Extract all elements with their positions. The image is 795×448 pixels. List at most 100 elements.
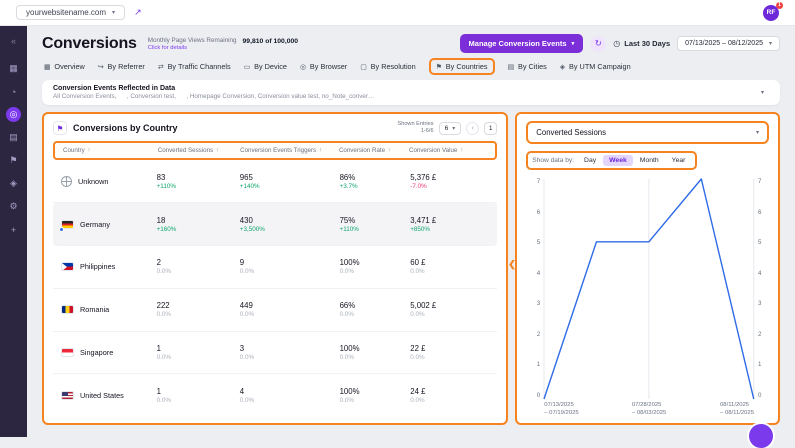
tab-by-referrer[interactable]: ↪By Referrer: [98, 62, 145, 71]
column-header-label: Conversion Rate: [339, 147, 385, 154]
date-preset: ◷ Last 30 Days: [613, 39, 670, 48]
resize-handle-icon[interactable]: ❮: [508, 259, 516, 270]
table-cell: 18+160%: [157, 216, 240, 233]
page-size-value: 6: [445, 125, 449, 132]
visitors-icon[interactable]: ◔: [6, 84, 21, 99]
prev-page-icon: ‹: [472, 125, 474, 132]
table-cell: 100%0.0%: [340, 344, 411, 361]
tab-icon: ▤: [508, 63, 514, 71]
cell-delta: +110%: [157, 183, 240, 190]
tab-by-browser[interactable]: ◎By Browser: [300, 62, 347, 71]
cell-delta: 0.0%: [157, 354, 240, 361]
cell-delta: 0.0%: [157, 311, 240, 318]
chevron-down-icon[interactable]: ▾: [756, 86, 769, 99]
table-cell: 5,002 £0.0%: [410, 301, 489, 318]
x-tick-label: 07/13/2025– 07/19/2025: [544, 402, 578, 417]
y-tick-label: 1: [758, 362, 769, 368]
goals-icon[interactable]: ◈: [6, 176, 21, 191]
metric-select[interactable]: Converted Sessions ▾: [526, 121, 769, 144]
sort-icon: ↕: [88, 147, 91, 153]
table-row[interactable]: Germany18+160%430+3,500%75%+110%3,471 £+…: [53, 203, 497, 246]
clock-icon: ◷: [613, 39, 620, 48]
cell-delta: +3.7%: [340, 183, 411, 190]
cell-value: 60 £: [410, 258, 489, 267]
chevron-down-icon: ▾: [452, 125, 455, 132]
main-content: Conversions Monthly Page Views Remaining…: [27, 26, 795, 437]
prev-page-button[interactable]: ‹: [466, 122, 479, 135]
y-tick-label: 6: [758, 210, 769, 216]
table-row[interactable]: Romania2220.0%4490.0%66%0.0%5,002 £0.0%: [53, 289, 497, 332]
cell-value: 18: [157, 216, 240, 225]
cell-value: 100%: [340, 344, 411, 353]
cell-value: 5,002 £: [410, 301, 489, 310]
campaigns-icon[interactable]: ⚑: [6, 153, 21, 168]
conversion-events-bar[interactable]: Conversion Events Reflected in Data All …: [42, 80, 780, 105]
dashboard-icon[interactable]: ▦: [6, 61, 21, 76]
cell-delta: +110%: [340, 226, 411, 233]
external-link-icon: ↗: [134, 7, 142, 17]
views-details-link[interactable]: Click for details: [148, 45, 237, 51]
period-month[interactable]: Month: [634, 155, 665, 166]
table-title: Conversions by Country: [73, 123, 178, 133]
tab-by-resolution[interactable]: ▢By Resolution: [360, 62, 415, 71]
chat-widget-button[interactable]: [749, 424, 773, 448]
tab-icon: ⚑: [436, 63, 442, 71]
column-header-conversion-rate[interactable]: Conversion Rate↕: [339, 147, 409, 154]
column-header-conversion-value[interactable]: Conversion Value↕: [409, 147, 487, 154]
country-name: Philippines: [80, 262, 115, 271]
cell-delta: 0.0%: [157, 268, 240, 275]
collapse-sidebar-icon[interactable]: «: [6, 33, 21, 48]
show-data-by-label: Show data by:: [532, 157, 574, 164]
sort-icon: ↕: [460, 147, 463, 153]
funnels-icon[interactable]: ▤: [6, 130, 21, 145]
page-views-quota: Monthly Page Views Remaining Click for d…: [148, 37, 298, 51]
column-header-conversion-events-triggers[interactable]: Conversion Events Triggers↕: [240, 147, 339, 154]
tab-icon: ◎: [300, 63, 306, 71]
open-site-button[interactable]: ↗: [134, 7, 142, 18]
x-tick-label: 07/28/2025– 08/03/2025: [632, 402, 666, 417]
tab-by-cities[interactable]: ▤By Cities: [508, 62, 547, 71]
period-week[interactable]: Week: [603, 155, 633, 166]
tab-overview[interactable]: ▦Overview: [44, 62, 85, 71]
y-tick-label: 6: [526, 210, 540, 216]
shown-entries: Shown Entries 1-6/6: [397, 121, 433, 136]
tab-by-countries[interactable]: ⚑ By Countries: [429, 58, 495, 75]
chart-plot-area: [544, 179, 754, 399]
conversions-by-country-panel: ⚑ Conversions by Country Shown Entries 1…: [42, 112, 508, 425]
flag-wrap: [61, 176, 72, 187]
cell-delta: 0.0%: [240, 311, 340, 318]
conversions-icon[interactable]: ◎: [6, 107, 21, 122]
refresh-button[interactable]: ↻: [590, 36, 606, 52]
y-tick-label: 2: [526, 332, 540, 338]
settings-icon[interactable]: ⚙: [6, 199, 21, 214]
column-header-converted-sessions[interactable]: Converted Sessions↕: [158, 147, 240, 154]
column-header-country[interactable]: Country↕: [63, 147, 158, 154]
avatar[interactable]: RF 1: [763, 5, 779, 21]
table-cell: 4490.0%: [240, 301, 340, 318]
period-year[interactable]: Year: [666, 155, 692, 166]
tab-label: By Countries: [446, 62, 488, 71]
y-tick-label: 4: [758, 271, 769, 277]
table-row[interactable]: Singapore10.0%30.0%100%0.0%22 £0.0%: [53, 332, 497, 375]
cell-value: 3,471 £: [410, 216, 489, 225]
tab-by-utm-campaign[interactable]: ◈By UTM Campaign: [560, 62, 631, 71]
site-selector[interactable]: yourwebsitename.com ▾: [16, 5, 125, 20]
tab-by-traffic-channels[interactable]: ⇄By Traffic Channels: [158, 62, 231, 71]
country-cell: Romania: [61, 305, 157, 314]
page-number-button[interactable]: 1: [484, 122, 497, 135]
add-website-icon[interactable]: +: [6, 222, 21, 237]
us-flag-icon: [61, 391, 74, 400]
table-row[interactable]: Unknown83+110%965+140%86%+3.7%5,376 £-7.…: [53, 161, 497, 204]
cell-value: 100%: [340, 258, 411, 267]
table-row[interactable]: United States10.0%40.0%100%0.0%24 £0.0%: [53, 374, 497, 416]
date-range-picker[interactable]: 07/13/2025 – 08/12/2025 ▾: [677, 36, 780, 51]
period-day[interactable]: Day: [578, 155, 602, 166]
flag-wrap: [61, 348, 74, 357]
table-row[interactable]: Philippines20.0%90.0%100%0.0%60 £0.0%: [53, 246, 497, 289]
page-size-select[interactable]: 6 ▾: [439, 122, 462, 135]
table-cell: 430+3,500%: [240, 216, 340, 233]
tab-by-device[interactable]: ▭By Device: [244, 62, 287, 71]
country-cell: Unknown: [61, 176, 157, 187]
manage-conversion-events-button[interactable]: Manage Conversion Events ▾: [460, 34, 584, 53]
manage-button-label: Manage Conversion Events: [469, 39, 567, 48]
